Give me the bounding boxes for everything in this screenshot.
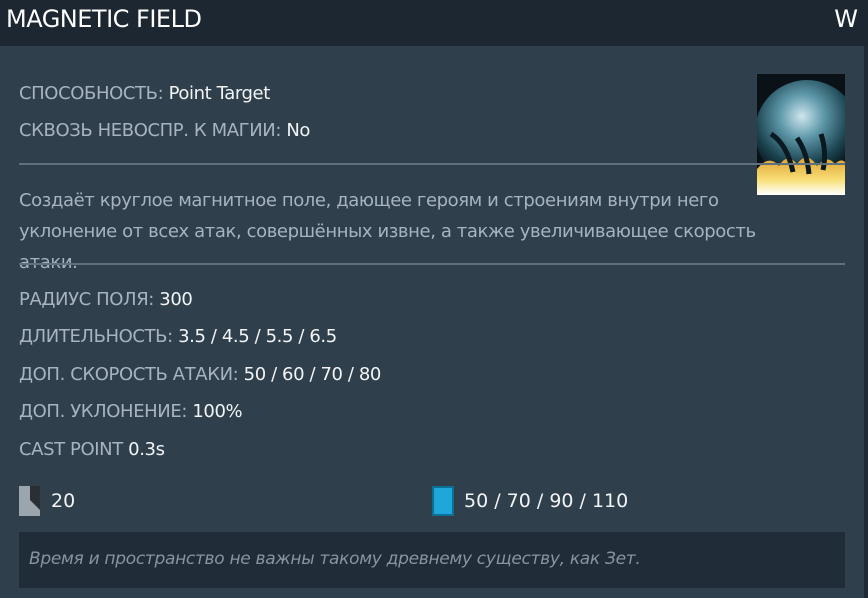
lore-text: Время и пространство не важны такому дре… <box>29 549 641 569</box>
stat-label: РАДИУС ПОЛЯ: <box>19 289 154 310</box>
stat-row: РАДИУС ПОЛЯ: 300 <box>19 289 193 310</box>
mana-icon <box>432 486 454 516</box>
stat-label: ДОП. СКОРОСТЬ АТАКИ: <box>19 364 239 385</box>
tooltip-header: MAGNETIC FIELD W <box>0 0 868 46</box>
magnetic-field-ability-icon <box>757 74 845 195</box>
lore-box: Время и пространство не важны такому дре… <box>19 532 845 588</box>
stat-value: 0.3s <box>128 439 165 460</box>
mana-cost-value: 50 / 70 / 90 / 110 <box>464 490 629 512</box>
pierces-immunity-value: No <box>286 120 311 141</box>
ability-behavior-label: СПОСОБНОСТЬ: <box>19 83 164 104</box>
stat-label: ДЛИТЕЛЬНОСТЬ: <box>19 326 173 347</box>
ability-hotkey: W <box>834 5 858 33</box>
section-divider <box>19 163 845 165</box>
stat-value: 100% <box>192 401 243 422</box>
stat-row: CAST POINT 0.3s <box>19 439 165 460</box>
cooldown-value: 20 <box>51 490 76 512</box>
stat-row: ДОП. УКЛОНЕНИЕ: 100% <box>19 401 243 422</box>
stat-row: ДОП. СКОРОСТЬ АТАКИ: 50 / 60 / 70 / 80 <box>19 364 381 385</box>
pierces-immunity-row: СКВОЗЬ НЕВОСПР. К МАГИИ: No <box>19 120 310 141</box>
ability-name: MAGNETIC FIELD <box>6 5 202 33</box>
ability-tooltip: MAGNETIC FIELD W СПОСОБНОСТЬ: Point Targ… <box>0 0 868 598</box>
cooldown-icon <box>19 486 40 516</box>
ability-behavior-row: СПОСОБНОСТЬ: Point Target <box>19 83 270 104</box>
stat-value: 3.5 / 4.5 / 5.5 / 6.5 <box>178 326 337 347</box>
stat-row: ДЛИТЕЛЬНОСТЬ: 3.5 / 4.5 / 5.5 / 6.5 <box>19 326 337 347</box>
pierces-immunity-label: СКВОЗЬ НЕВОСПР. К МАГИИ: <box>19 120 282 141</box>
stat-value: 50 / 60 / 70 / 80 <box>243 364 382 385</box>
stat-label: CAST POINT <box>19 439 123 460</box>
stat-value: 300 <box>159 289 193 310</box>
stat-label: ДОП. УКЛОНЕНИЕ: <box>19 401 188 422</box>
ability-behavior-value: Point Target <box>168 83 271 104</box>
section-divider <box>19 263 845 265</box>
